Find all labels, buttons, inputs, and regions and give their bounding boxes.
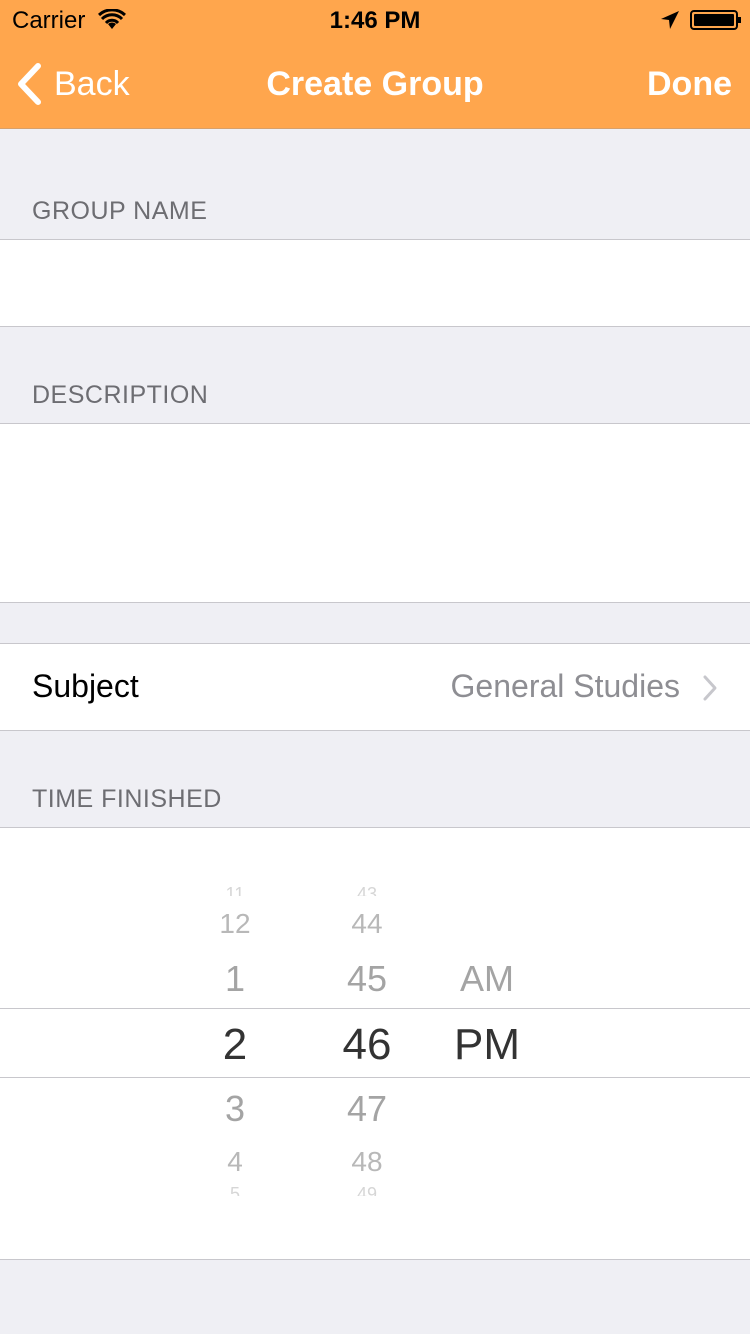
picker-selection-line-bottom [0, 1077, 750, 1078]
picker-hour-item[interactable]: 1 [185, 958, 285, 1000]
description-header: DESCRIPTION [32, 381, 209, 409]
chevron-right-icon [703, 675, 717, 701]
description-cell [0, 423, 750, 603]
page-title: Create Group [266, 65, 484, 103]
status-time: 1:46 PM [329, 7, 421, 34]
description-input[interactable] [0, 424, 690, 602]
picker-period-selected[interactable]: PM [437, 1020, 537, 1070]
battery-icon [690, 10, 741, 30]
subject-value: General Studies [450, 668, 680, 704]
picker-minute-item[interactable]: 45 [317, 958, 417, 1000]
navigation-bar: Back Create Group Done [0, 40, 750, 129]
picker-minute-item[interactable]: 44 [317, 908, 417, 940]
picker-selection-line-top [0, 1008, 750, 1009]
picker-minute-item[interactable]: 43 [317, 884, 417, 896]
group-name-input[interactable] [0, 240, 690, 326]
picker-minute-item[interactable]: 47 [317, 1088, 417, 1130]
time-picker[interactable]: 11 12 1 2 3 4 5 43 44 45 46 47 48 49 AM … [0, 827, 750, 1260]
group-name-cell [0, 239, 750, 327]
time-finished-header: TIME FINISHED [32, 785, 222, 813]
picker-hour-item[interactable]: 12 [185, 908, 285, 940]
picker-hour-item[interactable]: 11 [185, 884, 285, 896]
picker-minute-item[interactable]: 48 [317, 1146, 417, 1178]
status-bar: Carrier 1:46 PM [0, 0, 750, 40]
picker-hour-selected[interactable]: 2 [185, 1020, 285, 1070]
done-button[interactable]: Done [647, 65, 732, 104]
picker-minute-selected[interactable]: 46 [317, 1020, 417, 1070]
picker-hour-item[interactable]: 4 [185, 1146, 285, 1178]
group-name-header: GROUP NAME [32, 197, 208, 225]
picker-hour-item[interactable]: 5 [185, 1184, 285, 1196]
subject-label: Subject [32, 668, 139, 704]
picker-period-item[interactable]: AM [437, 958, 537, 1000]
subject-row[interactable]: Subject General Studies [0, 643, 750, 731]
picker-hour-item[interactable]: 3 [185, 1088, 285, 1130]
location-arrow-icon [661, 11, 679, 29]
picker-minute-item[interactable]: 49 [317, 1184, 417, 1196]
